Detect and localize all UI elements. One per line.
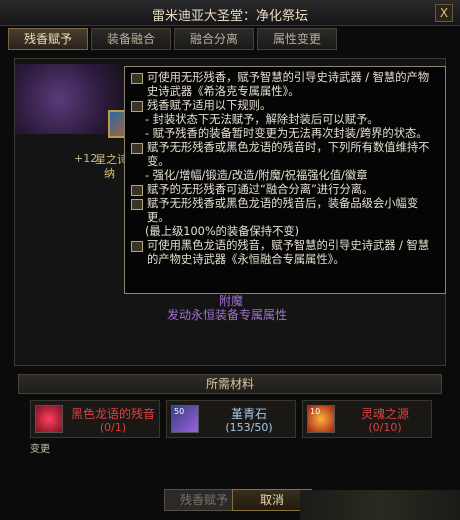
- material-count: (0/1): [99, 421, 127, 434]
- material-slot-1[interactable]: 黑色龙语的残音 (0/1): [30, 400, 160, 438]
- tooltip-line: 可使用黑色龙语的残音，赋予智慧的引导史诗武器 / 智慧的产物史诗武器《永恒融合专…: [131, 239, 439, 267]
- tooltip-line: (最上级100%的装备保持不变): [131, 225, 439, 239]
- material-name: 灵魂之源: [360, 407, 409, 421]
- stack-count: 10: [310, 407, 321, 416]
- tooltip-text: - 强化/增幅/锻造/改造/附魔/祝福强化值/徽章: [145, 169, 368, 182]
- material-name: 黑色龙语的残音: [70, 407, 155, 421]
- tooltip-text: 可使用黑色龙语的残音，赋予智慧的引导史诗武器 / 智慧的产物史诗武器《永恒融合专…: [147, 239, 430, 266]
- item-name-line2: 纳: [104, 167, 115, 180]
- changed-label: 变更: [30, 444, 50, 455]
- material-slot-2[interactable]: 50 堇青石 (153/50): [166, 400, 296, 438]
- tab-fusion-separate[interactable]: 融合分离: [174, 28, 254, 50]
- tooltip-line: - 封装状态下无法赋予，解除封装后可以赋予。: [131, 113, 439, 127]
- tab-equip-fusion[interactable]: 装备融合: [91, 28, 171, 50]
- tooltip-text: - 赋予残香的装备暂时变更为无法再次封装/跨界的状态。: [145, 127, 428, 140]
- item-enhance-level: +12: [74, 152, 98, 165]
- fusion-description: 发动永恒装备专属属性: [167, 308, 288, 322]
- window-title: 雷米迪亚大圣堂：净化祭坛: [151, 9, 308, 24]
- bullet-icon: [131, 101, 143, 112]
- tooltip-text: 赋予无形残香或黑色龙语的残音后，装备品级会小幅变更。: [147, 197, 419, 224]
- stack-count: 50: [174, 407, 185, 416]
- bullet-icon: [131, 199, 143, 210]
- required-materials-header: 所需材料: [18, 374, 442, 394]
- material-count: (153/50): [225, 421, 273, 434]
- tooltip-text: 残香赋予适用以下规则。: [147, 99, 272, 112]
- tooltip-line: 赋予无形残香或黑色龙语的残音时，下列所有数值维持不变。: [131, 141, 439, 169]
- tab-attribute-change[interactable]: 属性变更: [257, 28, 337, 50]
- tab-scent-grant[interactable]: 残香赋予: [8, 28, 88, 50]
- material-slot-3[interactable]: 10 灵魂之源 (0/10): [302, 400, 432, 438]
- tooltip-text: - 封装状态下无法赋予，解除封装后可以赋予。: [145, 113, 379, 126]
- material-name: 堇青石: [230, 407, 267, 421]
- tooltip-line: 赋予的无形残香可通过“融合分离”进行分离。: [131, 183, 439, 197]
- material-count: (0/10): [368, 421, 402, 434]
- bullet-icon: [131, 73, 143, 84]
- tooltip-line: 赋予无形残香或黑色龙语的残音后，装备品级会小幅变更。: [131, 197, 439, 225]
- tooltip-line: - 赋予残香的装备暂时变更为无法再次封装/跨界的状态。: [131, 127, 439, 141]
- tooltip-line: 可使用无形残香，赋予智慧的引导史诗武器 / 智慧的产物史诗武器《希洛克专属属性》…: [131, 71, 439, 99]
- bullet-icon: [131, 143, 143, 154]
- background-decoration: [300, 490, 460, 520]
- rules-tooltip: 可使用无形残香，赋予智慧的引导史诗武器 / 智慧的产物史诗武器《希洛克专属属性》…: [124, 66, 446, 294]
- dragon-echo-icon: [35, 405, 63, 433]
- tooltip-line: - 强化/增幅/锻造/改造/附魔/祝福强化值/徽章: [131, 169, 439, 183]
- tooltip-text: (最上级100%的装备保持不变): [145, 225, 300, 238]
- cordierite-icon: 50: [171, 405, 199, 433]
- tooltip-text: 赋予的无形残香可通过“融合分离”进行分离。: [147, 183, 374, 196]
- bullet-icon: [131, 185, 143, 196]
- tooltip-line: 残香赋予适用以下规则。: [131, 99, 439, 113]
- tooltip-text: 可使用无形残香，赋予智慧的引导史诗武器 / 智慧的产物史诗武器《希洛克专属属性》…: [147, 71, 430, 98]
- close-button[interactable]: X: [435, 4, 453, 22]
- tooltip-text: 赋予无形残香或黑色龙语的残音时，下列所有数值维持不变。: [147, 141, 430, 168]
- soul-source-icon: 10: [307, 405, 335, 433]
- bullet-icon: [131, 241, 143, 252]
